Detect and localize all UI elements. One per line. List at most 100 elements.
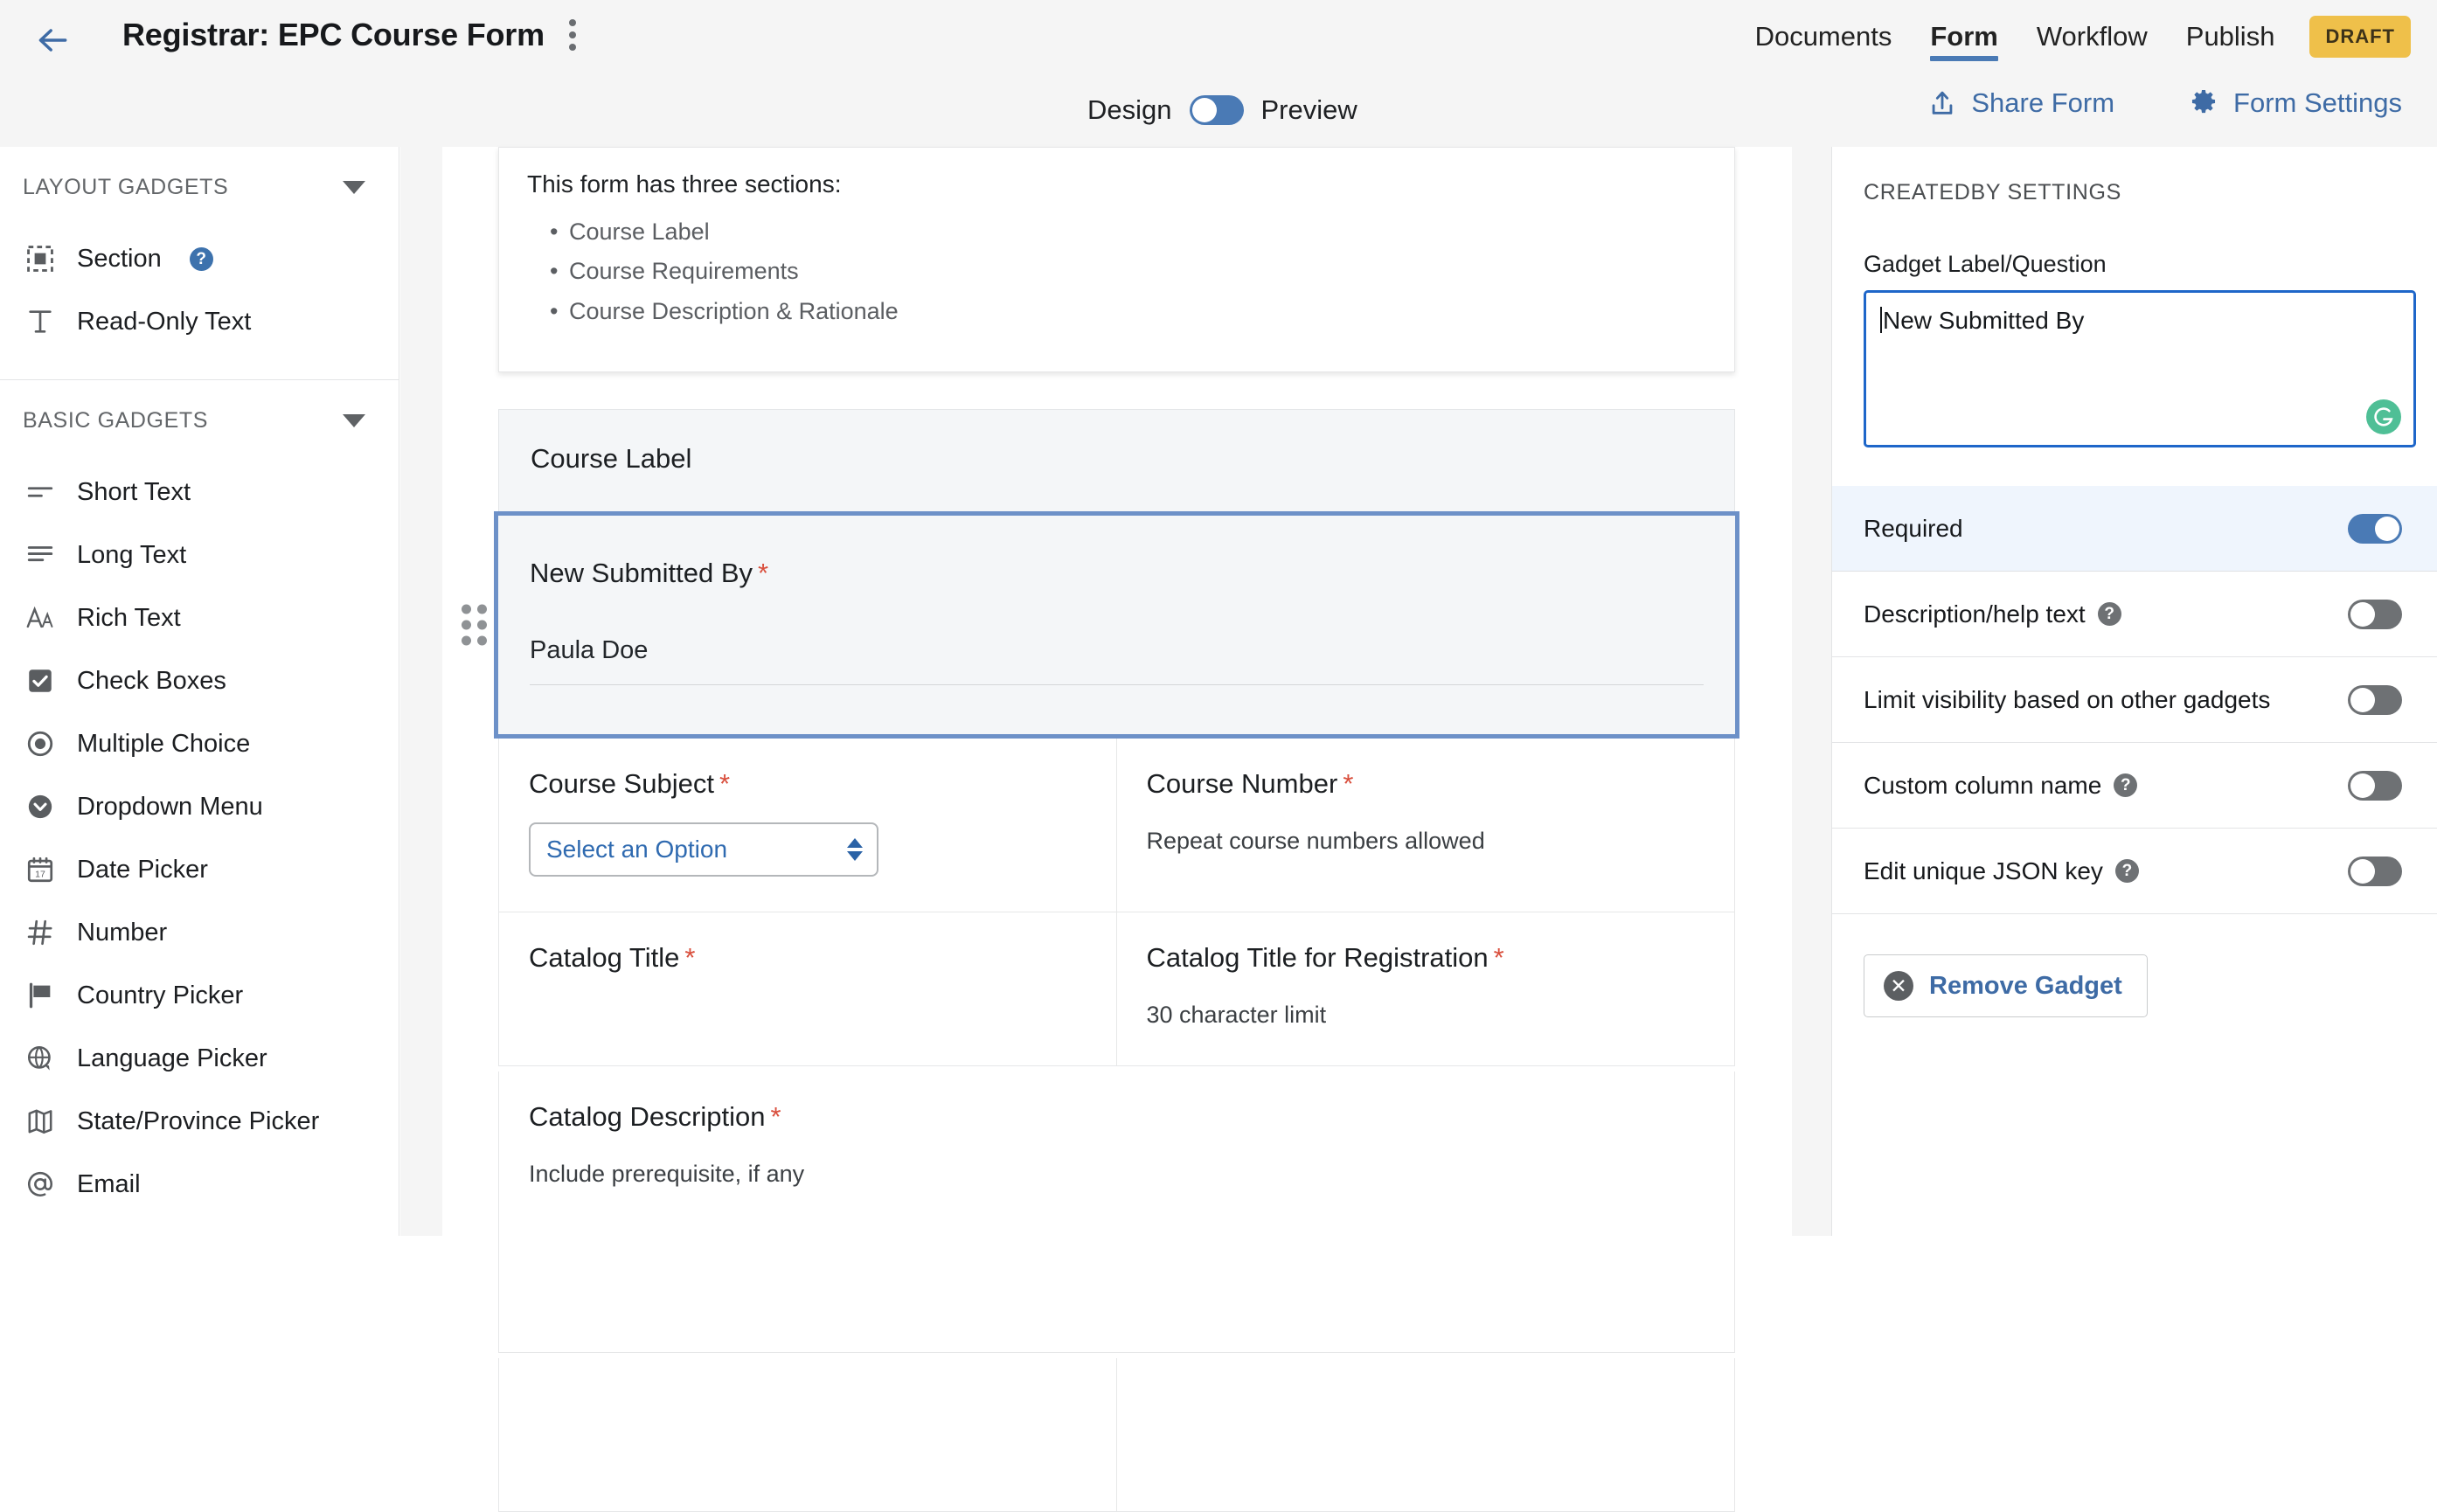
help-icon[interactable]: ?: [190, 247, 213, 271]
chevron-down-icon[interactable]: [343, 181, 365, 194]
field-catalog-title[interactable]: Catalog Title*: [498, 912, 1117, 1066]
gadget-label-question-value: New Submitted By: [1883, 307, 2084, 334]
gadget-sidebar: LAYOUT GADGETS Section ? Read-Only Text …: [0, 147, 399, 1236]
field-label-text: Course Subject: [529, 768, 714, 799]
help-icon[interactable]: ?: [2115, 859, 2139, 883]
setting-row-edit-unique-json-key[interactable]: Edit unique JSON key ?: [1832, 829, 2437, 914]
settings-toggle-rows: Required Description/help text ? Limit v…: [1832, 486, 2437, 914]
sidebar-item-label: Long Text: [77, 541, 186, 570]
gadget-value[interactable]: Paula Doe: [530, 636, 1704, 685]
sidebar-item-label: Dropdown Menu: [77, 793, 263, 822]
remove-gadget-button[interactable]: ✕ Remove Gadget: [1864, 954, 2148, 1017]
sidebar-item-number[interactable]: Number: [0, 901, 399, 964]
arrow-left-icon: [33, 21, 72, 59]
sidebar-item-rich-text[interactable]: Rich Text: [0, 586, 399, 649]
hash-icon: [23, 915, 58, 950]
sidebar-group-basic-gadgets[interactable]: BASIC GADGETS: [0, 380, 399, 461]
sidebar-item-check-boxes[interactable]: Check Boxes: [0, 649, 399, 712]
setting-row-custom-column-name[interactable]: Custom column name ?: [1832, 743, 2437, 829]
sidebar-item-label: Read-Only Text: [77, 308, 251, 336]
required-marker: *: [771, 1101, 781, 1132]
sidebar-item-email[interactable]: Email: [0, 1153, 399, 1216]
help-icon[interactable]: ?: [2114, 773, 2137, 797]
limit-visibility-toggle[interactable]: [2348, 685, 2402, 715]
selected-gadget-new-submitted-by[interactable]: New Submitted By* Paula Doe: [494, 511, 1739, 739]
settings-panel-heading: CREATEDBY SETTINGS: [1832, 147, 2437, 205]
sidebar-item-multiple-choice[interactable]: Multiple Choice: [0, 712, 399, 775]
sidebar-item-state-province-picker[interactable]: State/Province Picker: [0, 1090, 399, 1153]
sidebar-item-label: Date Picker: [77, 856, 208, 884]
sidebar-item-section[interactable]: Section ?: [0, 227, 399, 290]
sidebar-item-label: Language Picker: [77, 1044, 267, 1073]
required-marker: *: [684, 942, 695, 973]
long-text-icon: [23, 538, 58, 572]
sidebar-item-long-text[interactable]: Long Text: [0, 524, 399, 586]
sidebar-group-layout-gadgets[interactable]: LAYOUT GADGETS: [0, 147, 399, 227]
at-sign-icon: [23, 1167, 58, 1202]
sidebar-item-read-only-text[interactable]: Read-Only Text: [0, 290, 399, 353]
setting-label: Edit unique JSON key: [1864, 857, 2103, 885]
select-value: Select an Option: [546, 836, 727, 864]
list-item: Course Requirements: [569, 252, 1706, 291]
description-help-text-toggle[interactable]: [2348, 600, 2402, 629]
sidebar-item-country-picker[interactable]: Country Picker: [0, 964, 399, 1027]
stepper-arrows-icon[interactable]: [847, 838, 863, 861]
sidebar-item-short-text[interactable]: Short Text: [0, 461, 399, 524]
tab-publish[interactable]: Publish: [2167, 0, 2295, 73]
sidebar-item-label: Short Text: [77, 478, 191, 507]
edit-unique-json-key-toggle[interactable]: [2348, 857, 2402, 886]
field-course-subject[interactable]: Course Subject* Select an Option: [498, 739, 1117, 912]
flag-icon: [23, 978, 58, 1013]
field-label-text: Course Number: [1147, 768, 1338, 799]
sidebar-item-language-picker[interactable]: Language Picker: [0, 1027, 399, 1090]
tab-form[interactable]: Form: [1911, 0, 2017, 73]
design-preview-switch[interactable]: [1190, 95, 1244, 125]
sidebar-item-label: Rich Text: [77, 604, 181, 633]
sidebar-item-dropdown-menu[interactable]: Dropdown Menu: [0, 775, 399, 838]
primary-nav-tabs: Documents Form Workflow Publish DRAFT: [1736, 0, 2411, 73]
intro-text-gadget[interactable]: This form has three sections: Course Lab…: [498, 147, 1735, 372]
sidebar-item-date-picker[interactable]: 17 Date Picker: [0, 838, 399, 901]
field-catalog-description[interactable]: Catalog Description* Include prerequisit…: [498, 1072, 1735, 1353]
more-vertical-icon[interactable]: [560, 14, 585, 56]
required-marker: *: [719, 768, 730, 799]
field-hint: 30 character limit: [1147, 1002, 1705, 1029]
field-catalog-title-for-registration[interactable]: Catalog Title for Registration* 30 chara…: [1117, 912, 1736, 1066]
setting-label: Custom column name: [1864, 772, 2101, 800]
field-next-left[interactable]: [498, 1358, 1117, 1512]
share-form-button[interactable]: Share Form: [1927, 87, 2114, 119]
drag-dots-icon[interactable]: [462, 605, 487, 646]
chevron-down-icon[interactable]: [343, 414, 365, 427]
gadget-label: New Submitted By*: [530, 558, 1704, 589]
required-toggle[interactable]: [2348, 514, 2402, 544]
field-row-4-partial: [498, 1358, 1735, 1512]
setting-row-required[interactable]: Required: [1832, 486, 2437, 572]
setting-label: Required: [1864, 515, 1963, 543]
tab-documents[interactable]: Documents: [1736, 0, 1912, 73]
sidebar-item-label: Email: [77, 1170, 141, 1199]
section-header-course-label[interactable]: Course Label: [498, 409, 1735, 511]
form-settings-button[interactable]: Form Settings: [2188, 87, 2402, 119]
page-title: Registrar: EPC Course Form: [122, 17, 545, 53]
field-label: Course Number*: [1147, 768, 1705, 800]
tab-workflow[interactable]: Workflow: [2017, 0, 2167, 73]
field-row-2: Catalog Title* Catalog Title for Registr…: [498, 912, 1735, 1066]
course-subject-select[interactable]: Select an Option: [529, 822, 878, 877]
grammarly-icon[interactable]: [2366, 399, 2401, 434]
text-t-icon: [23, 304, 58, 339]
short-text-icon: [23, 475, 58, 510]
canvas-right-gutter: [1792, 147, 1831, 1236]
gadget-label-question-input[interactable]: New Submitted By: [1864, 290, 2416, 447]
setting-row-limit-visibility[interactable]: Limit visibility based on other gadgets: [1832, 657, 2437, 743]
setting-row-description-help-text[interactable]: Description/help text ?: [1832, 572, 2437, 657]
status-badge[interactable]: DRAFT: [2309, 16, 2411, 58]
custom-column-name-toggle[interactable]: [2348, 771, 2402, 801]
field-course-number[interactable]: Course Number* Repeat course numbers all…: [1117, 739, 1736, 912]
sidebar-item-label: State/Province Picker: [77, 1107, 319, 1136]
field-next-right[interactable]: [1117, 1358, 1736, 1512]
field-label: Catalog Description*: [529, 1101, 1705, 1133]
share-upload-icon: [1927, 88, 1957, 118]
help-icon[interactable]: ?: [2098, 602, 2121, 626]
switch-knob: [1192, 98, 1217, 122]
back-button[interactable]: [24, 12, 80, 68]
